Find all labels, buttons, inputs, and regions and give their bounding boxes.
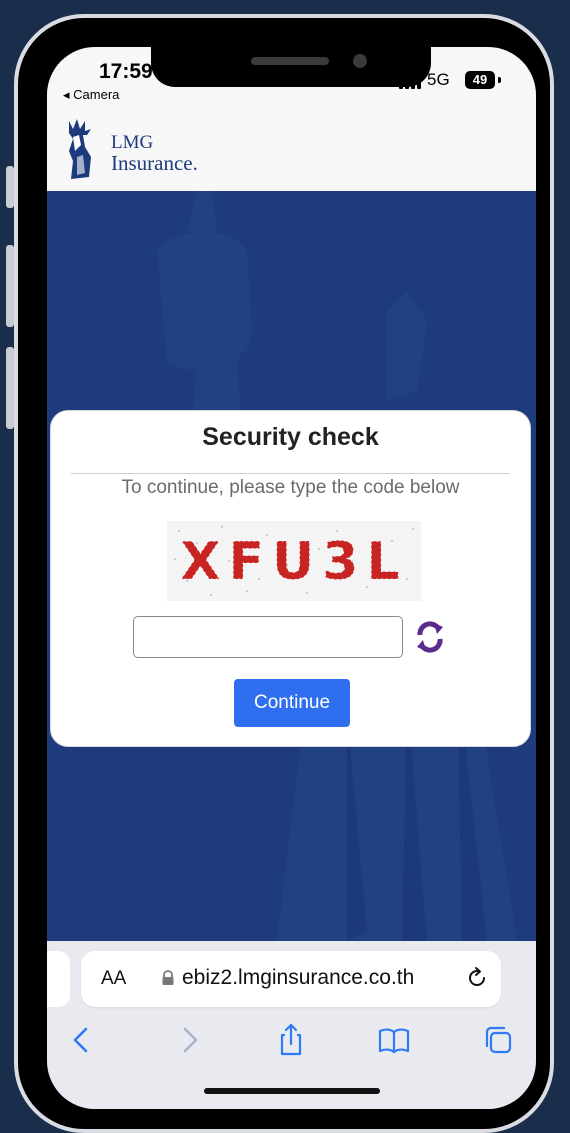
site-header: LMG Insurance. bbox=[47, 107, 536, 191]
brand-line1: LMG bbox=[111, 132, 154, 153]
bookmarks-icon[interactable] bbox=[377, 1023, 411, 1057]
battery-nub bbox=[498, 77, 501, 83]
mute-switch bbox=[6, 166, 14, 208]
url-text[interactable]: ebiz2.lmginsurance.co.th bbox=[182, 966, 414, 990]
lock-icon bbox=[162, 970, 174, 985]
home-indicator[interactable] bbox=[204, 1088, 380, 1094]
browser-bottom-bar: AA ebiz2.lmginsurance.co.th bbox=[47, 941, 536, 1109]
speaker bbox=[251, 57, 329, 65]
back-to-app-link[interactable]: ◂ Camera bbox=[63, 87, 119, 103]
text-size-button[interactable]: AA bbox=[101, 968, 126, 990]
continue-button[interactable]: Continue bbox=[234, 679, 350, 727]
forward-icon[interactable] bbox=[172, 1023, 206, 1057]
dialog-divider bbox=[71, 473, 510, 474]
volume-down-button bbox=[6, 347, 14, 429]
front-camera bbox=[353, 54, 367, 68]
status-time: 17:59 bbox=[99, 60, 153, 83]
brand-line2: Insurance. bbox=[111, 151, 198, 175]
address-bar[interactable]: AA ebiz2.lmginsurance.co.th bbox=[81, 951, 501, 1007]
back-icon[interactable] bbox=[65, 1023, 99, 1057]
refresh-captcha-icon[interactable] bbox=[412, 619, 448, 655]
dialog-instructions: To continue, please type the code below bbox=[121, 477, 460, 498]
share-icon[interactable] bbox=[274, 1023, 308, 1057]
tabs-icon[interactable] bbox=[481, 1023, 515, 1057]
network-type: 5G bbox=[427, 70, 450, 89]
statue-logo-icon[interactable] bbox=[63, 117, 99, 181]
dialog-title: Security check bbox=[202, 423, 379, 451]
captcha-text: XFU3L bbox=[180, 532, 407, 592]
captcha-image: XFU3L bbox=[167, 521, 421, 601]
volume-up-button bbox=[6, 245, 14, 327]
security-check-dialog: Security check To continue, please type … bbox=[50, 410, 531, 747]
captcha-input[interactable] bbox=[133, 616, 403, 658]
reload-icon[interactable] bbox=[465, 966, 489, 990]
battery-icon: 49 bbox=[465, 71, 495, 89]
brand-logo-text[interactable]: LMG Insurance. bbox=[111, 132, 198, 175]
notch bbox=[151, 47, 431, 87]
previous-tab-peek[interactable] bbox=[47, 951, 70, 1007]
